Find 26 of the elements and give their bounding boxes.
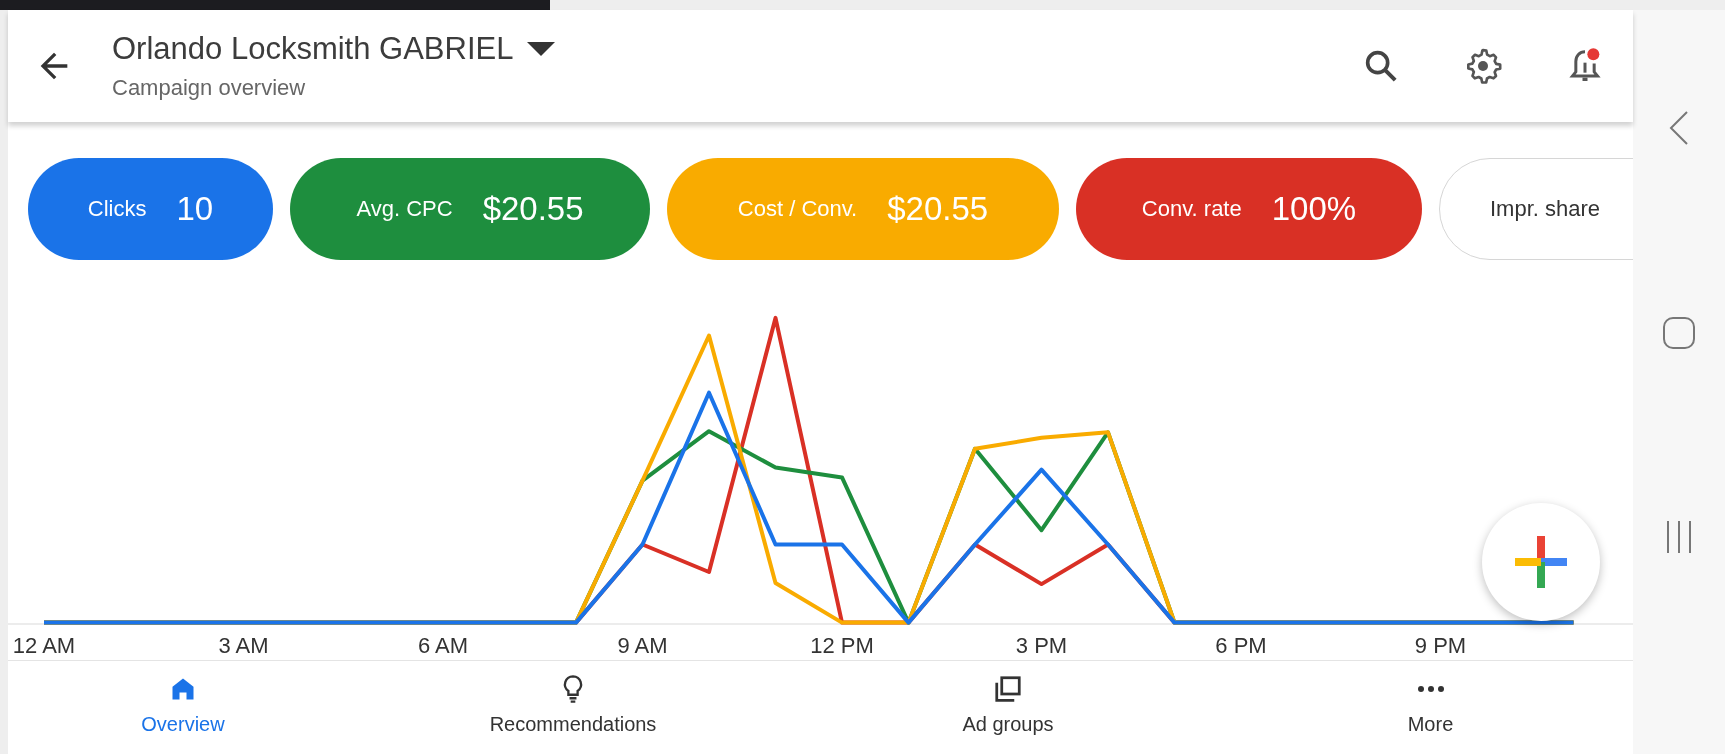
metric-chip[interactable]: Avg. CPC $20.55 xyxy=(290,158,650,260)
back-chevron-icon[interactable] xyxy=(1668,110,1690,146)
nav-tab[interactable]: Ad groups xyxy=(788,671,1228,754)
home-square-icon[interactable] xyxy=(1662,316,1696,350)
axis-label: 3 PM xyxy=(1015,633,1068,658)
axis-label: 9 AM xyxy=(617,633,668,658)
stacked-squares-icon xyxy=(992,674,1024,704)
metric-chip[interactable]: Conv. rate 100% xyxy=(1076,158,1422,260)
page-subtitle: Campaign overview xyxy=(112,75,307,101)
metric-chip[interactable]: Impr. share xyxy=(1439,158,1633,260)
metric-chip[interactable]: Clicks 10 xyxy=(28,158,273,260)
axis-label: 6 PM xyxy=(1215,633,1267,658)
more-icon xyxy=(1415,684,1446,694)
dropdown-caret-icon[interactable] xyxy=(527,41,556,57)
nav-tab[interactable]: Recommendations xyxy=(358,671,788,754)
nav-tab[interactable]: More xyxy=(1228,671,1633,754)
axis-label: 3 AM xyxy=(218,633,269,658)
add-button[interactable] xyxy=(1482,503,1600,621)
recent-apps-icon[interactable] xyxy=(1664,520,1694,554)
plus-icon xyxy=(1515,536,1567,588)
axis-label: 9 PM xyxy=(1414,633,1467,658)
axis-label: 12 AM xyxy=(12,633,76,658)
campaign-title: Orlando Locksmith GABRIEL xyxy=(112,31,514,67)
axis-label: 6 AM xyxy=(417,633,469,658)
nav-tab[interactable]: Overview xyxy=(8,671,358,754)
axis-label: 12 PM xyxy=(810,633,874,658)
